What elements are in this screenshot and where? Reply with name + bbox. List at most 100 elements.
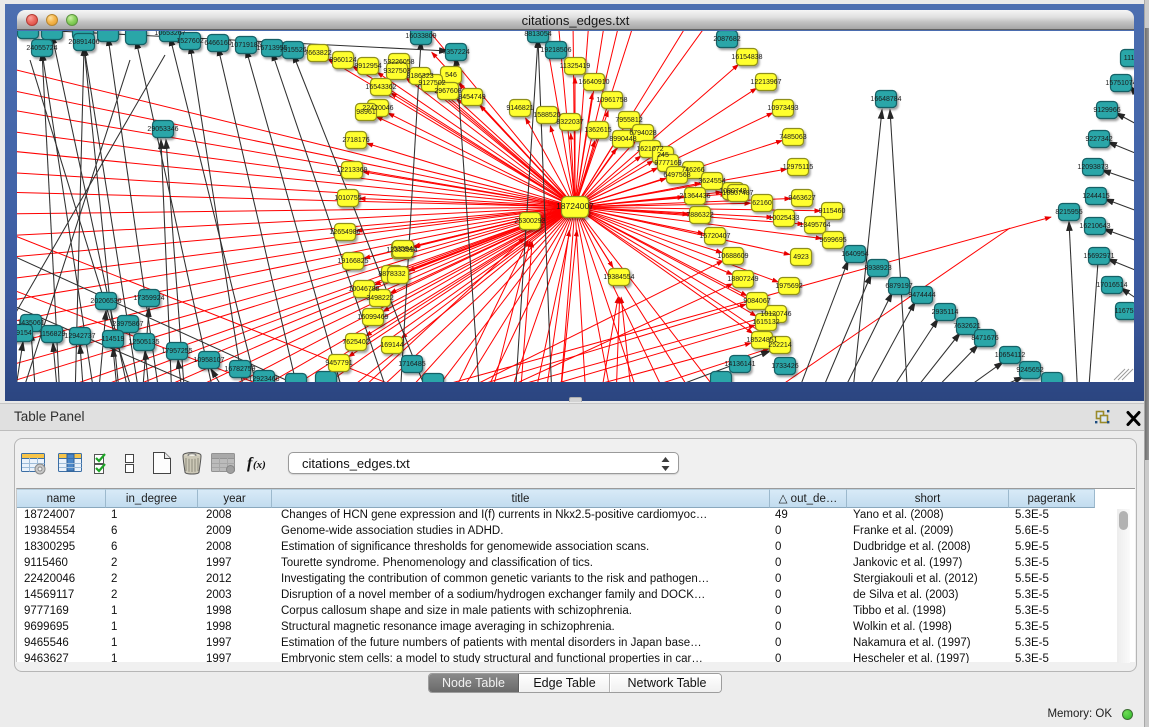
svg-text:114519: 114519 xyxy=(102,336,125,343)
svg-text:19166825: 19166825 xyxy=(337,258,368,265)
svg-text:9146821: 9146821 xyxy=(506,105,533,112)
svg-text:10688609: 10688609 xyxy=(717,253,748,260)
svg-text:8471676: 8471676 xyxy=(971,335,998,342)
svg-text:1615132: 1615132 xyxy=(752,319,779,326)
svg-text:12213967: 12213967 xyxy=(750,79,781,86)
svg-text:9127502: 9127502 xyxy=(418,80,445,87)
svg-text:9245652: 9245652 xyxy=(1016,367,1043,374)
svg-text:6497568: 6497568 xyxy=(663,172,690,179)
svg-text:7357224: 7357224 xyxy=(442,49,469,56)
svg-text:9115460: 9115460 xyxy=(819,208,846,215)
svg-text:15751074: 15751074 xyxy=(1105,80,1134,87)
svg-text:18807249: 18807249 xyxy=(727,276,758,283)
svg-text:16033809: 16033809 xyxy=(405,33,436,40)
svg-text:9227342: 9227342 xyxy=(1085,136,1112,143)
svg-text:9457791: 9457791 xyxy=(325,360,352,367)
svg-text:18724007: 18724007 xyxy=(556,201,594,211)
svg-text:53226058: 53226058 xyxy=(383,59,414,66)
svg-text:12654986: 12654986 xyxy=(329,229,360,236)
svg-text:16782759: 16782759 xyxy=(224,366,255,373)
svg-text:7632621: 7632621 xyxy=(953,323,980,330)
svg-text:19218506: 19218506 xyxy=(540,47,571,54)
svg-text:12505135: 12505135 xyxy=(128,339,159,346)
svg-text:1588520: 1588520 xyxy=(533,112,560,119)
svg-text:8215955: 8215955 xyxy=(1055,209,1082,216)
svg-text:2087682: 2087682 xyxy=(713,36,740,43)
svg-text:24055724: 24055724 xyxy=(26,45,57,52)
svg-text:20891406: 20891406 xyxy=(68,39,99,46)
svg-text:8938923: 8938923 xyxy=(864,265,891,272)
svg-text:2718176: 2718176 xyxy=(342,137,369,144)
svg-text:16543362: 16543362 xyxy=(365,84,396,91)
svg-text:10961758: 10961758 xyxy=(596,97,627,104)
svg-text:8322037: 8322037 xyxy=(556,119,583,126)
svg-text:14136141: 14136141 xyxy=(724,361,755,368)
svg-text:16099469: 16099469 xyxy=(357,314,388,321)
svg-text:16154838: 16154838 xyxy=(731,54,762,61)
svg-text:12093873: 12093873 xyxy=(1077,164,1108,171)
svg-text:4923: 4923 xyxy=(793,254,809,261)
svg-text:8813054: 8813054 xyxy=(524,31,551,38)
svg-text:7886322: 7886322 xyxy=(686,212,713,219)
svg-text:1733426: 1733426 xyxy=(771,363,798,370)
svg-text:546: 546 xyxy=(445,72,457,79)
svg-text:11325419: 11325419 xyxy=(560,63,591,70)
svg-text:39154: 39154 xyxy=(17,330,32,337)
svg-text:1156829: 1156829 xyxy=(39,331,66,338)
svg-text:13495764: 13495764 xyxy=(799,222,830,229)
svg-text:53594: 53594 xyxy=(393,246,413,253)
svg-text:17359924: 17359924 xyxy=(133,295,164,302)
svg-text:7485063: 7485063 xyxy=(779,134,806,141)
svg-text:10653267: 10653267 xyxy=(154,31,185,37)
svg-text:17957255: 17957255 xyxy=(161,348,192,355)
svg-text:1716485: 1716485 xyxy=(398,361,425,368)
svg-text:8454749: 8454749 xyxy=(458,94,485,101)
svg-text:17016514: 17016514 xyxy=(1096,282,1127,289)
svg-text:1112: 1112 xyxy=(1124,55,1134,62)
svg-text:(x): (x) xyxy=(253,459,266,471)
svg-text:10654112: 10654112 xyxy=(995,352,1026,359)
svg-text:3498222: 3498222 xyxy=(366,295,393,302)
svg-text:12213369: 12213369 xyxy=(336,167,367,174)
svg-text:12923466: 12923466 xyxy=(248,376,279,382)
svg-text:3624554: 3624554 xyxy=(698,178,725,185)
svg-text:29053346: 29053346 xyxy=(147,126,178,133)
svg-text:9474444: 9474444 xyxy=(908,292,935,299)
svg-text:62160: 62160 xyxy=(752,200,772,207)
svg-text:10958107: 10958107 xyxy=(193,357,224,364)
svg-text:9777169: 9777169 xyxy=(654,160,681,167)
svg-text:6466160: 6466160 xyxy=(204,40,231,47)
svg-text:1975692: 1975692 xyxy=(775,283,802,290)
svg-text:9084067: 9084067 xyxy=(743,298,770,305)
svg-text:10807487: 10807487 xyxy=(722,190,753,197)
svg-text:8186323: 8186323 xyxy=(406,73,433,80)
svg-text:116753: 116753 xyxy=(1115,308,1134,315)
svg-text:8960124: 8960124 xyxy=(329,57,356,64)
svg-text:7663822: 7663822 xyxy=(304,50,331,57)
svg-text:1527602: 1527602 xyxy=(176,38,203,45)
svg-text:1010755: 1010755 xyxy=(334,195,361,202)
svg-text:7625402: 7625402 xyxy=(342,339,369,346)
svg-text:252214: 252214 xyxy=(768,342,791,349)
svg-text:23975867: 23975867 xyxy=(112,321,143,328)
svg-text:2935114: 2935114 xyxy=(932,309,959,316)
svg-text:16210643: 16210643 xyxy=(1079,223,1110,230)
svg-text:98961: 98961 xyxy=(356,109,376,116)
svg-text:10973493: 10973493 xyxy=(767,105,798,112)
svg-text:245: 245 xyxy=(657,152,669,159)
svg-text:7955812: 7955812 xyxy=(615,117,642,124)
svg-text:1435061: 1435061 xyxy=(17,320,44,327)
svg-text:19384554: 19384554 xyxy=(603,274,634,281)
svg-text:1640954: 1640954 xyxy=(841,251,868,258)
svg-text:7515526: 7515526 xyxy=(279,47,306,54)
svg-text:12975115: 12975115 xyxy=(783,164,814,171)
svg-text:10046788: 10046788 xyxy=(348,286,379,293)
svg-text:25300293: 25300293 xyxy=(514,218,545,225)
svg-text:9463627: 9463627 xyxy=(788,195,815,202)
svg-text:21364436: 21364436 xyxy=(679,193,710,200)
svg-text:1362615: 1362615 xyxy=(584,127,611,134)
svg-text:15692971: 15692971 xyxy=(1083,253,1114,260)
svg-text:9699695: 9699695 xyxy=(819,237,846,244)
svg-text:10120746: 10120746 xyxy=(760,311,791,318)
svg-text:169144: 169144 xyxy=(380,342,403,349)
